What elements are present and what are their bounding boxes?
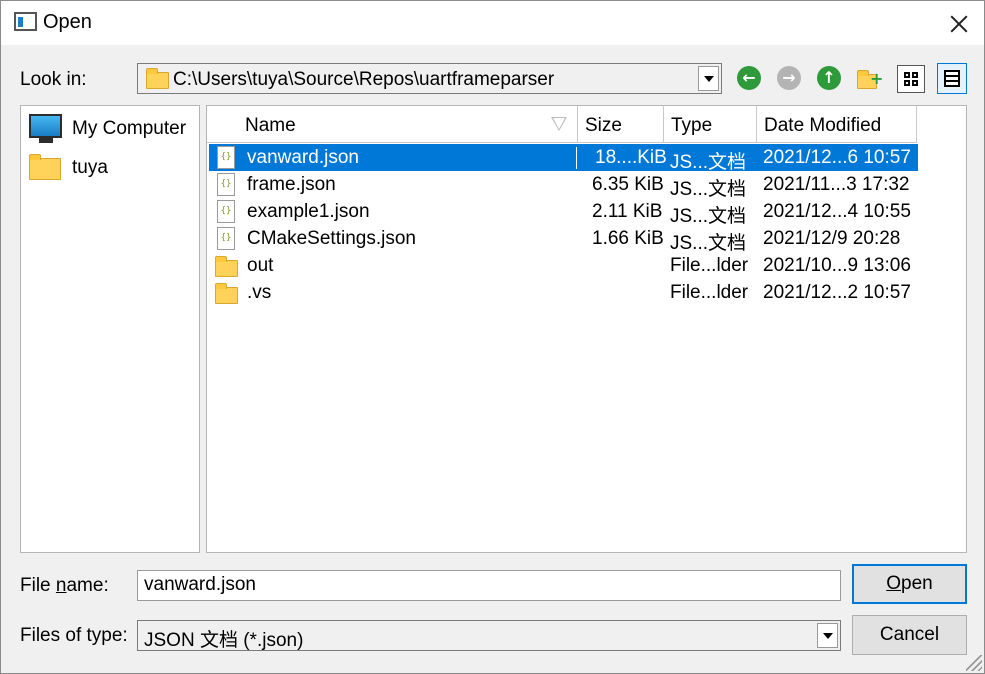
file-row[interactable]: {} example1.json 2.11 KiB JS...文档 2021/1… [209, 198, 918, 227]
folder-row[interactable]: out File...lder 2021/10...9 13:06 [209, 252, 918, 279]
json-file-icon: {} [217, 173, 235, 196]
window-title: Open [43, 11, 92, 33]
chevron-down-icon[interactable] [817, 623, 838, 648]
list-view-icon[interactable] [897, 65, 925, 93]
json-file-icon: {} [217, 146, 235, 169]
sort-indicator-icon [551, 117, 567, 131]
folder-icon [146, 68, 169, 89]
folder-icon [215, 256, 238, 277]
places-sidebar: My Computer tuya [20, 105, 200, 553]
app-window-icon [14, 12, 37, 31]
computer-icon [29, 114, 62, 143]
file-row[interactable]: {} CMakeSettings.json 1.66 KiB JS...文档 2… [209, 225, 918, 254]
cancel-button[interactable]: Cancel [852, 615, 967, 655]
look-in-combobox[interactable]: C:\Users\tuya\Source\Repos\uartframepars… [137, 63, 722, 94]
file-name-label: File name: [20, 575, 109, 596]
folder-icon [29, 154, 61, 180]
file-list: Name Size Type Date Modified {} vanward.… [206, 105, 967, 553]
json-file-icon: {} [217, 200, 235, 223]
open-file-dialog: Open Look in: C:\Users\tuya\Source\Repos… [0, 0, 985, 674]
sidebar-item-my-computer[interactable]: My Computer [21, 109, 199, 145]
title-bar: Open [1, 1, 984, 45]
folder-row[interactable]: .vs File...lder 2021/12...2 10:57 [209, 279, 918, 306]
close-icon[interactable] [935, 7, 981, 41]
folder-icon [215, 283, 238, 304]
column-header-type[interactable]: Type [664, 106, 757, 143]
file-type-value: JSON 文档 (*.json) [144, 630, 304, 651]
back-icon[interactable]: ← [737, 66, 761, 90]
open-button[interactable]: Open [852, 564, 967, 604]
file-type-label: Files of type: [20, 625, 128, 646]
chevron-down-icon[interactable] [698, 66, 719, 91]
column-header-name[interactable]: Name [207, 106, 578, 143]
column-header-date[interactable]: Date Modified [757, 106, 917, 143]
look-in-path: C:\Users\tuya\Source\Repos\uartframepars… [173, 69, 555, 90]
up-folder-icon[interactable]: ↑ [817, 66, 841, 90]
sidebar-item-label: My Computer [72, 118, 187, 139]
file-row[interactable]: {} vanward.json 18....KiB JS...文档 2021/1… [209, 144, 918, 173]
forward-icon[interactable]: → [777, 66, 801, 90]
resize-grip-icon[interactable] [966, 655, 982, 671]
look-in-label: Look in: [20, 69, 87, 90]
column-header-size[interactable]: Size [578, 106, 664, 143]
file-type-combobox[interactable]: JSON 文档 (*.json) [137, 620, 841, 651]
new-folder-icon[interactable]: + [857, 69, 883, 91]
file-name-input[interactable]: vanward.json [137, 570, 841, 601]
sidebar-item-label: tuya [72, 157, 108, 178]
json-file-icon: {} [217, 227, 235, 250]
sidebar-item-tuya[interactable]: tuya [21, 148, 199, 184]
detail-view-icon[interactable] [937, 63, 967, 94]
file-row[interactable]: {} frame.json 6.35 KiB JS...文档 2021/11..… [209, 171, 918, 200]
